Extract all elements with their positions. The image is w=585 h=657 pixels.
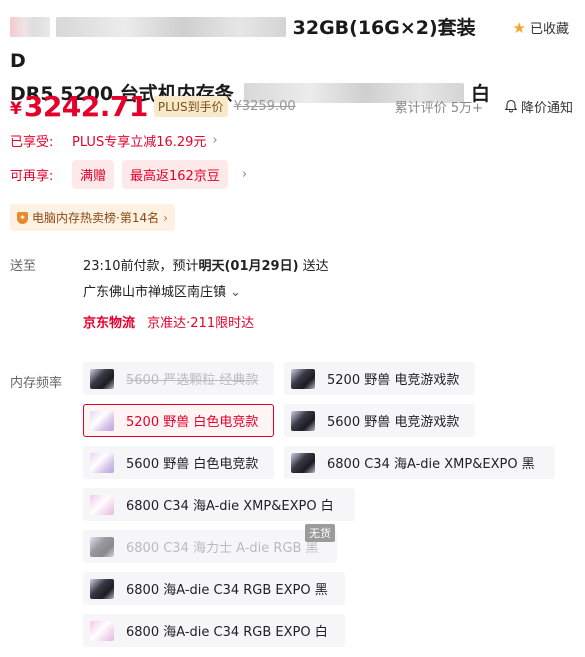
original-price: ¥3259.00 xyxy=(233,98,296,114)
rank-text: 电脑内存热卖榜·第14名 xyxy=(32,211,160,225)
price-notify-button[interactable]: 降价通知 xyxy=(504,97,573,116)
address-selector[interactable]: 广东佛山市禅城区南庄镇 ⌄ xyxy=(83,281,241,300)
option-5200-white-selected[interactable]: 5200 野兽 白色电竞款 xyxy=(83,404,274,437)
option-label: 6800 海A-die C34 RGB EXPO 黑 xyxy=(126,583,328,598)
option-thumbnail xyxy=(291,452,315,473)
option-thumbnail xyxy=(90,410,114,431)
delivery-date: 明天(01月29日) xyxy=(198,259,299,274)
more-promo-row: 可再享: 满赠 最高返162京豆 › xyxy=(10,160,247,189)
address-text: 广东佛山市禅城区南庄镇 xyxy=(83,285,227,300)
rank-badge[interactable]: ✦ 电脑内存热卖榜·第14名 › xyxy=(10,204,175,231)
option-5600-select-classic[interactable]: 5600 严选颗粒 经典款 xyxy=(83,362,274,395)
chevron-down-icon: ⌄ xyxy=(230,285,242,300)
promo-pill-jingdou[interactable]: 最高返162京豆 xyxy=(122,160,228,189)
option-label: 5600 野兽 电竞游戏款 xyxy=(327,415,460,430)
plus-discount-text: PLUS专享立减16.29元 xyxy=(72,135,207,150)
option-6800-xmp-black[interactable]: 6800 C34 海A-die XMP&EXPO 黑 xyxy=(284,446,555,479)
option-6800-rgb-black-out-of-stock[interactable]: 6800 C34 海力士 A-die RGB 黑 xyxy=(83,530,337,563)
price: 3242.71 xyxy=(23,89,149,123)
chevron-right-icon[interactable]: › xyxy=(242,167,247,182)
options-label: 内存频率 xyxy=(10,376,63,391)
option-thumbnail xyxy=(90,452,114,473)
bell-icon xyxy=(504,99,518,113)
redacted-text xyxy=(10,17,50,37)
option-label: 6800 海A-die C34 RGB EXPO 白 xyxy=(126,625,328,640)
option-6800-rgb-expo-white[interactable]: 6800 海A-die C34 RGB EXPO 白 xyxy=(83,614,345,647)
option-label: 5600 严选颗粒 经典款 xyxy=(126,373,259,388)
option-thumbnail xyxy=(291,410,315,431)
option-thumbnail xyxy=(90,536,114,557)
favorite-button[interactable]: ★ 已收藏 xyxy=(512,18,569,38)
notify-label: 降价通知 xyxy=(520,100,573,116)
option-label: 6800 C34 海A-die XMP&EXPO 白 xyxy=(126,499,334,514)
option-thumbnail xyxy=(90,368,114,389)
price-row: ¥ 3242.71 PLUS到手价 ¥3259.00 累计评价 5万+ 降价通知 xyxy=(10,89,575,123)
out-of-stock-badge: 无货 xyxy=(305,524,335,542)
option-thumbnail xyxy=(291,368,315,389)
option-label: 5200 野兽 白色电竞款 xyxy=(126,415,259,430)
currency-symbol: ¥ xyxy=(10,99,22,119)
option-label: 6800 C34 海A-die XMP&EXPO 黑 xyxy=(327,457,535,472)
option-label: 6800 C34 海力士 A-die RGB 黑 xyxy=(126,541,319,556)
option-5200-gaming[interactable]: 5200 野兽 电竞游戏款 xyxy=(284,362,475,395)
logistics-note: 京准达·211限时达 xyxy=(147,316,255,331)
enjoyed-label: 已享受: xyxy=(10,135,54,150)
favorite-label: 已收藏 xyxy=(529,22,569,37)
enjoyed-promo-row[interactable]: 已享受: PLUS专享立减16.29元 › xyxy=(10,131,218,150)
shield-icon: ✦ xyxy=(17,211,28,224)
delivery-estimate: 23:10前付款，预计明天(01月29日) 送达 xyxy=(83,255,329,274)
redacted-text xyxy=(56,17,286,37)
option-label: 5600 野兽 白色电竞款 xyxy=(126,457,259,472)
delivery-prefix: 23:10前付款，预计 xyxy=(83,259,199,274)
promo-pill-gift[interactable]: 满赠 xyxy=(72,160,115,189)
chevron-right-icon: › xyxy=(212,133,218,148)
delivery-suffix: 送达 xyxy=(298,259,329,274)
plus-price-tag: PLUS到手价 xyxy=(153,95,228,117)
logistics-brand: 京东物流 xyxy=(83,316,136,331)
option-6800-xmp-white[interactable]: 6800 C34 海A-die XMP&EXPO 白 xyxy=(83,488,355,521)
option-thumbnail xyxy=(90,578,114,599)
option-thumbnail xyxy=(90,620,114,641)
option-6800-rgb-expo-black[interactable]: 6800 海A-die C34 RGB EXPO 黑 xyxy=(83,572,345,605)
option-5600-gaming[interactable]: 5600 野兽 电竞游戏款 xyxy=(284,404,475,437)
logistics-row: 京东物流 京准达·211限时达 xyxy=(83,312,254,331)
option-label: 5200 野兽 电竞游戏款 xyxy=(327,373,460,388)
option-5600-white[interactable]: 5600 野兽 白色电竞款 xyxy=(83,446,274,479)
chevron-right-icon: › xyxy=(163,210,168,225)
star-icon: ★ xyxy=(512,18,526,37)
more-promo-label: 可再享: xyxy=(10,169,54,184)
option-thumbnail xyxy=(90,494,114,515)
delivery-label: 送至 xyxy=(10,259,37,274)
review-count[interactable]: 累计评价 5万+ xyxy=(395,97,483,116)
